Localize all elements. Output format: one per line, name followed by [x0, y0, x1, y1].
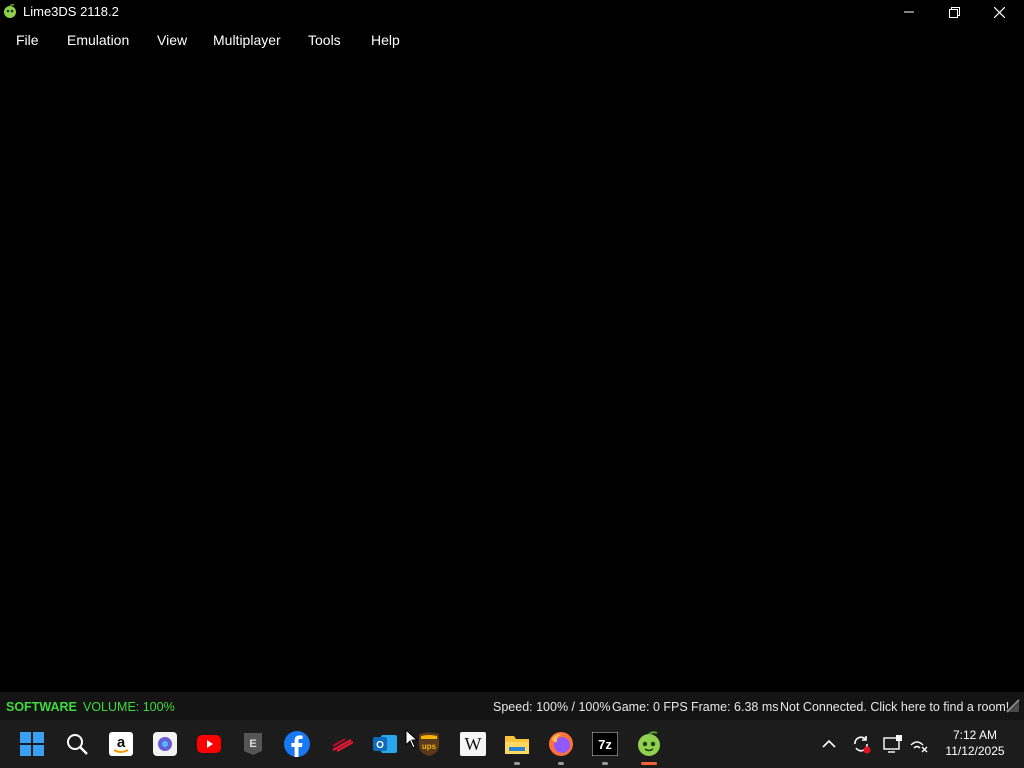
tray-network[interactable] — [907, 732, 931, 756]
search-icon — [67, 734, 88, 755]
svg-text:O: O — [376, 740, 384, 751]
menu-emulation[interactable]: Emulation — [67, 32, 129, 48]
taskbar-epic-games[interactable]: E — [237, 728, 269, 760]
status-bar: SOFTWARE VOLUME: 100% Speed: 100% / 100%… — [0, 692, 1024, 720]
minimize-icon — [904, 11, 914, 13]
taskbar-file-explorer[interactable] — [501, 728, 533, 760]
svg-text:7z: 7z — [598, 737, 612, 752]
facebook-icon — [284, 731, 310, 757]
taskbar-amazon[interactable]: a — [105, 728, 137, 760]
clock-date: 11/12/2025 — [945, 744, 1005, 758]
svg-text:W: W — [465, 734, 482, 754]
menu-tools[interactable]: Tools — [308, 32, 341, 48]
file-explorer-running-indicator — [514, 762, 520, 765]
lime3ds-active-indicator — [641, 762, 657, 765]
bank-of-america-icon — [332, 738, 354, 752]
restore-icon — [948, 6, 960, 18]
fps-status: Game: 0 FPS — [612, 700, 688, 714]
tray-display[interactable] — [881, 732, 905, 756]
mouse-cursor-icon — [405, 729, 419, 749]
minimize-button[interactable] — [886, 0, 932, 24]
show-hidden-icons-button[interactable] — [817, 732, 841, 756]
copilot-icon — [153, 732, 177, 756]
sync-icon — [854, 736, 871, 754]
render-viewport[interactable] — [0, 56, 1024, 690]
network-icon — [910, 741, 928, 753]
taskbar-search-button[interactable] — [61, 728, 93, 760]
taskbar: a E O ups W 7z 7:12 AM 11/12/2025 — [0, 720, 1024, 768]
network-status-link[interactable]: Not Connected. Click here to find a room… — [780, 700, 1009, 714]
menu-help[interactable]: Help — [371, 32, 400, 48]
taskbar-lime3ds[interactable] — [633, 728, 665, 760]
renderer-status[interactable]: SOFTWARE — [6, 700, 77, 714]
menu-multiplayer[interactable]: Multiplayer — [213, 32, 281, 48]
file-explorer-icon — [505, 736, 529, 754]
menu-view[interactable]: View — [157, 32, 187, 48]
volume-status[interactable]: VOLUME: 100% — [83, 700, 175, 714]
7zip-icon: 7z — [592, 732, 618, 756]
firefox-icon — [549, 732, 573, 756]
taskbar-copilot[interactable] — [149, 728, 181, 760]
close-icon — [993, 6, 1005, 18]
close-button[interactable] — [976, 0, 1022, 24]
taskbar-firefox[interactable] — [545, 728, 577, 760]
restore-button[interactable] — [931, 0, 977, 24]
chevron-up-icon — [822, 739, 836, 748]
youtube-icon — [197, 735, 221, 753]
taskbar-7zip[interactable]: 7z — [589, 728, 621, 760]
taskbar-wikipedia[interactable]: W — [457, 728, 489, 760]
start-button[interactable] — [16, 728, 48, 760]
menu-bar: File Emulation View Multiplayer Tools He… — [0, 24, 1024, 56]
taskbar-bank-of-america[interactable] — [327, 728, 359, 760]
ups-icon: ups — [419, 732, 439, 756]
svg-text:ups: ups — [422, 742, 437, 751]
title-bar: Lime3DS 2118.2 — [0, 0, 1024, 24]
clock-time: 7:12 AM — [952, 728, 998, 742]
svg-text:E: E — [249, 738, 256, 750]
firefox-running-indicator — [558, 762, 564, 765]
wikipedia-icon: W — [460, 732, 486, 756]
tray-sync[interactable] — [849, 732, 873, 756]
taskbar-youtube[interactable] — [193, 728, 225, 760]
system-clock[interactable]: 7:12 AM 11/12/2025 — [935, 727, 1015, 759]
epic-games-icon: E — [244, 733, 262, 755]
7zip-running-indicator — [602, 762, 608, 765]
taskbar-outlook[interactable]: O — [369, 728, 401, 760]
frame-time-status: Frame: 6.38 ms — [691, 700, 779, 714]
lime3ds-icon — [638, 731, 660, 756]
display-icon — [883, 735, 902, 753]
windows-start-icon — [20, 732, 44, 756]
window-title: Lime3DS 2118.2 — [23, 4, 119, 19]
lime3ds-app-icon — [4, 4, 16, 18]
taskbar-facebook[interactable] — [281, 728, 313, 760]
network-disconnected-icon[interactable] — [1006, 699, 1020, 713]
outlook-icon: O — [373, 735, 397, 753]
speed-status: Speed: 100% / 100% — [493, 700, 611, 714]
menu-file[interactable]: File — [16, 32, 39, 48]
amazon-icon: a — [109, 732, 133, 756]
svg-text:a: a — [117, 734, 126, 751]
